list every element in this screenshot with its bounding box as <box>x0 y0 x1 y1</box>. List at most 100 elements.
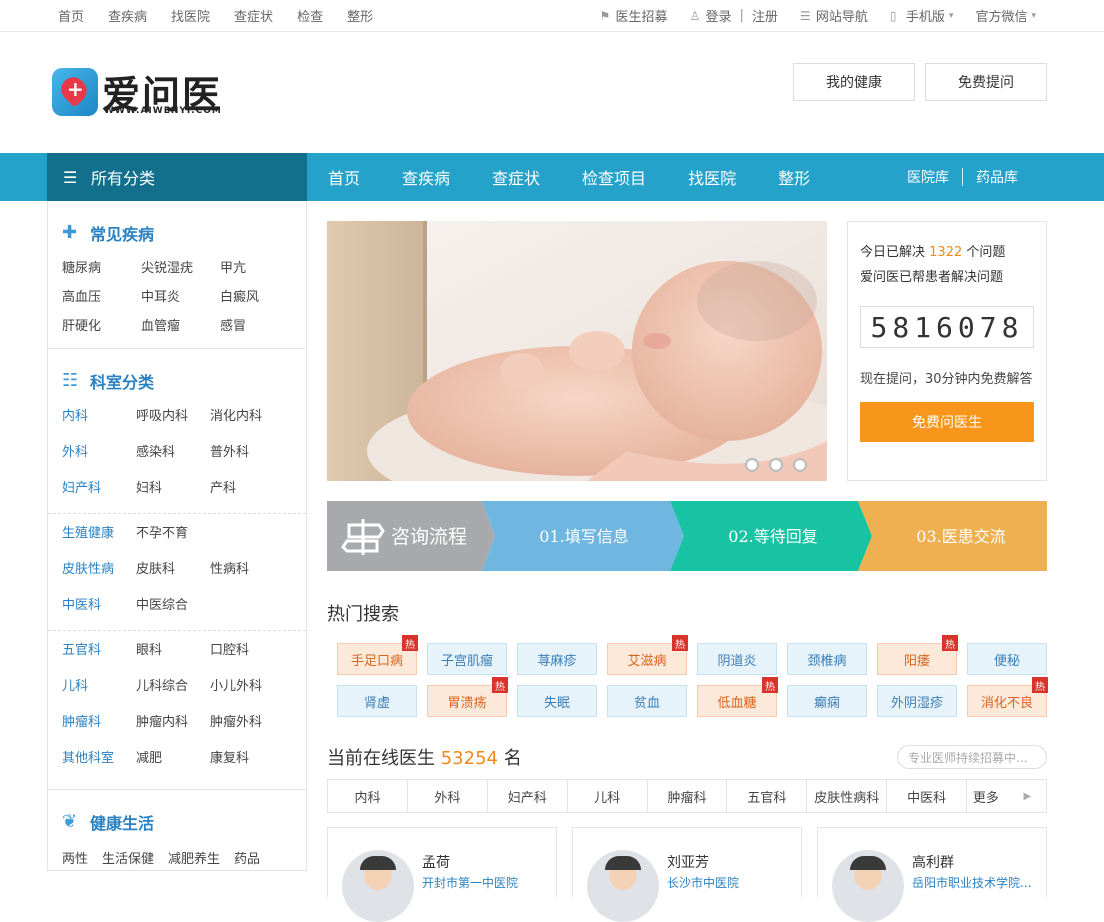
top-link-home[interactable]: 首页 <box>58 6 84 25</box>
dept-tab[interactable]: 皮肤性病科 <box>807 780 888 812</box>
doctor-hospital[interactable]: 开封市第一中医院 <box>422 874 518 891</box>
dept-link[interactable]: 妇科 <box>136 477 210 513</box>
site-logo[interactable]: 爱问医 WWW.AIWENYI.COM <box>52 66 232 120</box>
dept-tab[interactable]: 妇产科 <box>488 780 568 812</box>
life-link[interactable]: 减肥养生 <box>168 848 220 867</box>
nav-item-plastic[interactable]: 整形 <box>778 165 810 189</box>
dept-link[interactable]: 性病科 <box>210 558 300 594</box>
hot-tag[interactable]: 消化不良 热 <box>967 677 1048 717</box>
mobile-link[interactable]: ▯ 手机版 ▾ <box>890 6 954 26</box>
banner-dot-3[interactable] <box>793 458 807 472</box>
common-disease-link[interactable]: 糖尿病 <box>62 257 141 276</box>
common-disease-link[interactable]: 肝硬化 <box>62 315 141 334</box>
doctor-hospital[interactable]: 岳阳市职业技术学院... <box>912 874 1031 891</box>
dept-link[interactable]: 感染科 <box>136 441 210 477</box>
common-disease-link[interactable]: 血管瘤 <box>141 315 220 334</box>
top-link-symptom[interactable]: 查症状 <box>234 6 273 25</box>
hot-tag[interactable]: 颈椎病 <box>787 643 867 675</box>
dept-link[interactable]: 产科 <box>210 477 300 513</box>
dept-link[interactable]: 皮肤科 <box>136 558 210 594</box>
doctor-card[interactable]: 高利群 岳阳市职业技术学院... <box>817 827 1047 922</box>
hot-tag[interactable]: 胃溃疡热 <box>427 677 508 717</box>
life-link[interactable]: 药品 <box>234 848 260 867</box>
dept-category-link[interactable]: 内科 <box>62 405 136 441</box>
dept-tab[interactable]: 儿科 <box>568 780 648 812</box>
nav-item-symptom[interactable]: 查症状 <box>492 165 540 189</box>
dept-link[interactable]: 口腔科 <box>210 639 300 675</box>
my-health-button[interactable]: 我的健康 <box>793 63 915 101</box>
dept-category-link[interactable]: 生殖健康 <box>62 522 136 558</box>
dept-tab[interactable]: 中医科 <box>887 780 968 812</box>
free-ask-button[interactable]: 免费提问 <box>925 63 1047 101</box>
hot-tag[interactable]: 便秘 <box>967 643 1047 675</box>
dept-tab[interactable]: 内科 <box>328 780 408 812</box>
dept-link[interactable]: 不孕不育 <box>136 522 210 558</box>
tab-more[interactable]: 更多 ▶ <box>967 780 1046 812</box>
nav-item-home[interactable]: 首页 <box>328 165 360 189</box>
dept-link[interactable]: 消化内科 <box>210 405 300 441</box>
hot-tag[interactable]: 阴道炎 <box>697 643 777 675</box>
dept-link[interactable]: 肿瘤外科 <box>210 711 300 747</box>
dept-category-link[interactable]: 五官科 <box>62 639 136 675</box>
hot-tag[interactable]: 阳痿热 <box>877 635 958 675</box>
hero-banner[interactable] <box>327 221 827 481</box>
common-disease-link[interactable]: 高血压 <box>62 286 141 305</box>
dept-tab[interactable]: 五官科 <box>727 780 808 812</box>
hot-tag[interactable]: 低血糖热 <box>697 677 778 717</box>
dept-link[interactable]: 儿科综合 <box>136 675 210 711</box>
life-link[interactable]: 两性 <box>62 848 88 867</box>
site-nav-link[interactable]: ☰ 网站导航 <box>800 6 868 26</box>
nav-item-disease[interactable]: 查疾病 <box>402 165 450 189</box>
hot-tag[interactable]: 子宫肌瘤 <box>427 643 507 675</box>
dept-category-link[interactable]: 妇产科 <box>62 477 136 513</box>
hot-tag[interactable]: 手足口病 热 <box>337 635 418 675</box>
dept-category-link[interactable]: 肿瘤科 <box>62 711 136 747</box>
login-link[interactable]: 登录 <box>705 6 731 25</box>
dept-link[interactable]: 康复科 <box>210 747 300 783</box>
nav-item-check[interactable]: 检查项目 <box>582 165 646 189</box>
hot-tag[interactable]: 外阴湿疹 <box>877 685 957 717</box>
ask-doctor-button[interactable]: 免费问医生 <box>860 402 1034 442</box>
doctor-hospital[interactable]: 长沙市中医院 <box>667 874 739 891</box>
dept-link[interactable]: 呼吸内科 <box>136 405 210 441</box>
dept-link[interactable]: 小儿外科 <box>210 675 300 711</box>
dept-category-link[interactable]: 皮肤性病 <box>62 558 136 594</box>
doctor-card[interactable]: 刘亚芳 长沙市中医院 <box>572 827 802 922</box>
life-link[interactable]: 生活保健 <box>102 848 154 867</box>
dept-tab[interactable]: 肿瘤科 <box>648 780 728 812</box>
all-categories[interactable]: ☰ 所有分类 <box>47 153 307 201</box>
dept-tab[interactable]: 外科 <box>408 780 488 812</box>
top-link-plastic[interactable]: 整形 <box>347 6 373 25</box>
top-link-check[interactable]: 检查 <box>297 6 323 25</box>
hot-tag[interactable]: 肾虚 <box>337 685 417 717</box>
hot-tag[interactable]: 失眠 <box>517 685 597 717</box>
hot-tag[interactable]: 艾滋病热 <box>607 635 688 675</box>
hot-tag[interactable]: 癫痫 <box>787 685 867 717</box>
hospital-lib-link[interactable]: 医院库 <box>907 167 949 187</box>
banner-dot-2[interactable] <box>769 458 783 472</box>
recruit-input[interactable]: 专业医师持续招募中... <box>897 745 1047 769</box>
common-disease-link[interactable]: 尖锐湿疣 <box>141 257 220 276</box>
recruit-link[interactable]: ⚑ 医生招募 <box>599 6 667 26</box>
nav-item-hospital[interactable]: 找医院 <box>688 165 736 189</box>
dept-link[interactable]: 减肥 <box>136 747 210 783</box>
register-link[interactable]: 注册 <box>752 6 778 25</box>
top-link-disease[interactable]: 查疾病 <box>108 6 147 25</box>
dept-category-link[interactable]: 其他科室 <box>62 747 136 783</box>
dept-category-link[interactable]: 中医科 <box>62 594 136 630</box>
dept-category-link[interactable]: 外科 <box>62 441 136 477</box>
dept-link[interactable]: 肿瘤内科 <box>136 711 210 747</box>
common-disease-link[interactable]: 白癜风 <box>220 286 299 305</box>
top-link-hospital[interactable]: 找医院 <box>171 6 210 25</box>
dept-link[interactable]: 普外科 <box>210 441 300 477</box>
hot-tag[interactable]: 荨麻疹 <box>517 643 597 675</box>
dept-category-link[interactable]: 儿科 <box>62 675 136 711</box>
wechat-link[interactable]: 官方微信 ▾ <box>975 6 1036 25</box>
doctor-card[interactable]: 孟荷 开封市第一中医院 <box>327 827 557 922</box>
common-disease-link[interactable]: 甲亢 <box>220 257 299 276</box>
common-disease-link[interactable]: 中耳炎 <box>141 286 220 305</box>
drug-lib-link[interactable]: 药品库 <box>976 167 1018 187</box>
banner-dot-1[interactable] <box>745 458 759 472</box>
common-disease-link[interactable]: 感冒 <box>220 315 299 334</box>
hot-tag[interactable]: 贫血 <box>607 685 687 717</box>
